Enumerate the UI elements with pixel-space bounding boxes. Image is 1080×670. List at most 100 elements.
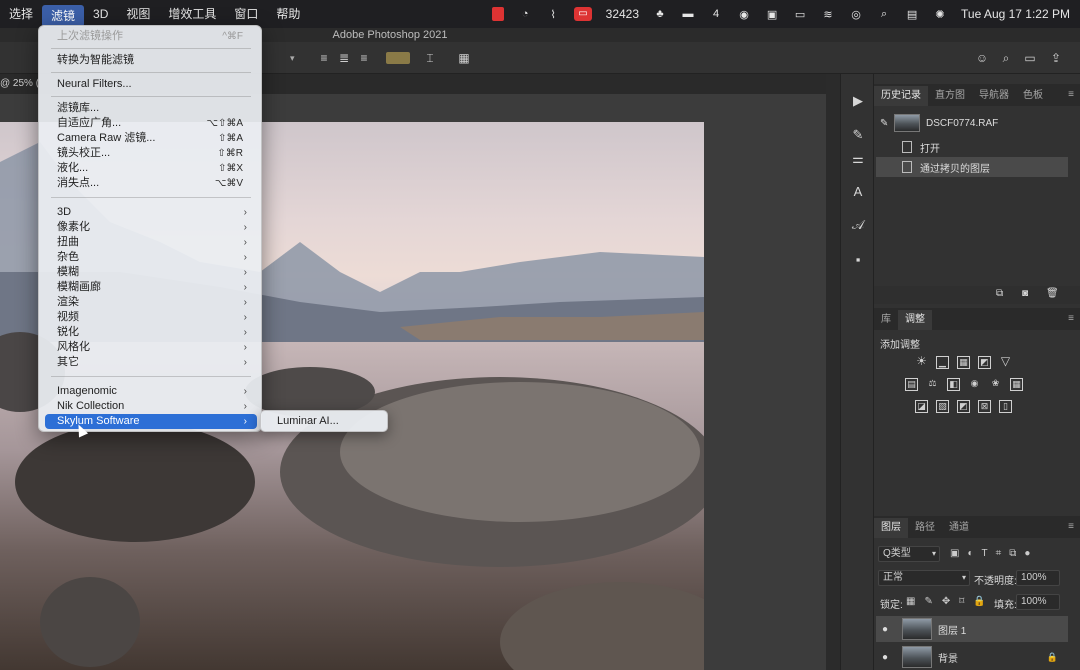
menu-item-distort[interactable]: 扭曲 › [45, 235, 257, 250]
badge-number-icon[interactable]: 4 [709, 7, 723, 21]
menu-item-liquify[interactable]: 液化... ⇧⌘X [45, 161, 257, 176]
menu-window[interactable]: 窗口 [225, 0, 267, 28]
menu-item-camera-raw[interactable]: Camera Raw 滤镜... ⇧⌘A [45, 131, 257, 146]
workspace-icon[interactable]: ▭ [1022, 50, 1038, 66]
align-left-icon[interactable]: ≡ [316, 50, 332, 66]
adjustment-filter-icon[interactable]: ◐ [967, 548, 973, 559]
control-center-icon[interactable]: ▤ [905, 7, 919, 21]
threshold-icon[interactable]: ◩ [957, 400, 970, 413]
character-icon[interactable]: A [849, 182, 867, 200]
plugin-icon[interactable]: ▪ [849, 250, 867, 268]
glyph-icon[interactable]: 𝒜 [849, 216, 867, 234]
image-filter-icon[interactable]: ▣ [950, 548, 959, 559]
artboard-icon[interactable]: ⌑ [959, 596, 964, 607]
tab-adjustments[interactable]: 调整 [898, 310, 932, 330]
menu-item-blur-gallery[interactable]: 模糊画廊 › [45, 280, 257, 295]
layer-filter-select[interactable]: Q类型 ▾ [878, 546, 940, 562]
search-icon[interactable]: ⌕ [998, 50, 1014, 66]
curves-icon[interactable]: ▦ [957, 356, 970, 369]
new-document-icon[interactable]: ⧉ [996, 288, 1003, 299]
antenna-icon[interactable]: ⌇ [546, 7, 560, 21]
menu-item-other[interactable]: 其它 › [45, 355, 257, 370]
sync-icon[interactable]: ◔ [518, 7, 532, 21]
lock-position-icon[interactable]: ✥ [942, 596, 950, 607]
blend-mode-select[interactable]: 正常 ▾ [878, 570, 970, 586]
color-lookup-icon[interactable]: ▦ [1010, 378, 1023, 391]
shape-filter-icon[interactable]: ⌗ [996, 548, 1002, 559]
brightness-icon[interactable]: ☀ [915, 355, 928, 369]
posterize-icon[interactable]: ▧ [936, 400, 949, 413]
character-panel-icon[interactable]: ▦ [456, 50, 472, 66]
menu-item-filter-gallery[interactable]: 滤镜库... [45, 101, 257, 116]
menu-3d[interactable]: 3D [84, 0, 117, 28]
layer-row-layer1[interactable]: ● 图层 1 [876, 616, 1068, 642]
trash-icon[interactable]: 🗑 [1046, 288, 1059, 299]
hue-saturation-icon[interactable]: ▤ [905, 378, 918, 391]
tab-library[interactable]: 库 [874, 310, 898, 330]
menu-item-smart-filter[interactable]: 转换为智能滤镜 [45, 53, 257, 68]
photo-filter-icon[interactable]: ◉ [968, 378, 981, 391]
sliders-icon[interactable]: ⚌ [849, 150, 867, 168]
menu-item-lens-correction[interactable]: 镜头校正... ⇧⌘R [45, 146, 257, 161]
invert-icon[interactable]: ◪ [915, 400, 928, 413]
wifi-icon[interactable]: ≋ [821, 7, 835, 21]
siri-icon[interactable]: ✺ [933, 7, 947, 21]
align-right-icon[interactable]: ≡ [356, 50, 372, 66]
eye-icon[interactable]: ● [882, 652, 896, 663]
fill-input[interactable]: 100% [1016, 594, 1060, 610]
app-status-icon[interactable] [492, 7, 505, 21]
filter-toggle-icon[interactable]: ● [1024, 548, 1030, 559]
play-icon[interactable]: ▶ [849, 92, 867, 110]
brush-icon[interactable]: ✎ [849, 126, 867, 144]
menu-help[interactable]: 帮助 [267, 0, 309, 28]
lock-transparency-icon[interactable]: ▦ [906, 596, 915, 607]
menu-item-adaptive-wide-angle[interactable]: 自适应广角... ⌥⇧⌘A [45, 116, 257, 131]
lock-pixels-icon[interactable]: ✎ [924, 596, 932, 607]
menu-item-luminar-ai[interactable]: Luminar AI... [265, 414, 385, 429]
tab-history[interactable]: 历史记录 [874, 86, 928, 106]
menu-item-neural-filters[interactable]: Neural Filters... [45, 77, 257, 92]
cat-icon[interactable]: ♣ [653, 7, 667, 21]
menu-item-sharpen[interactable]: 锐化 › [45, 325, 257, 340]
menu-item-render[interactable]: 渲染 › [45, 295, 257, 310]
gradient-map-icon[interactable]: ▯ [999, 400, 1012, 413]
menu-item-blur[interactable]: 模糊 › [45, 265, 257, 280]
panel-menu-icon[interactable]: ≡ [1068, 313, 1074, 324]
battery-icon[interactable]: ▭ [793, 7, 807, 21]
opacity-input[interactable]: 100% [1016, 570, 1060, 586]
recorder-icon[interactable]: ▭ [574, 7, 592, 21]
black-white-icon[interactable]: ◧ [947, 378, 960, 391]
tab-navigator[interactable]: 导航器 [972, 86, 1016, 106]
exposure-icon[interactable]: ◩ [978, 356, 991, 369]
levels-icon[interactable]: ▁ [936, 356, 949, 369]
type-filter-icon[interactable]: T [982, 548, 988, 559]
share-icon[interactable]: ⇪ [1048, 50, 1064, 66]
menu-item-3d[interactable]: 3D › [45, 205, 257, 220]
search-icon[interactable]: ⌕ [877, 7, 891, 21]
menu-view[interactable]: 视图 [117, 0, 159, 28]
history-snapshot[interactable]: ✎ DSCF0774.RAF [876, 112, 1068, 134]
tab-histogram[interactable]: 直方图 [928, 86, 972, 106]
layer-row-background[interactable]: ● 背景 🔒 [876, 644, 1068, 670]
menu-plugins[interactable]: 增效工具 [159, 0, 225, 28]
tab-channels[interactable]: 通道 [942, 518, 976, 538]
user-icon[interactable]: ◎ [849, 7, 863, 21]
history-step-copy-layer[interactable]: 通过拷贝的图层 [876, 157, 1068, 177]
menu-item-imagenomic[interactable]: Imagenomic › [45, 384, 257, 399]
menu-item-vanishing-point[interactable]: 消失点... ⌥⌘V [45, 176, 257, 191]
chat-icon[interactable]: ▬ [681, 7, 695, 21]
history-step-open[interactable]: 打开 [876, 137, 1068, 157]
menu-item-stylize[interactable]: 风格化 › [45, 340, 257, 355]
menu-item-video[interactable]: 视频 › [45, 310, 257, 325]
lock-all-icon[interactable]: 🔒 [973, 596, 985, 607]
vibrance-icon[interactable]: ▽ [999, 355, 1012, 369]
menu-filter[interactable]: 滤镜 [42, 4, 85, 27]
menu-item-noise[interactable]: 杂色 › [45, 250, 257, 265]
channel-mixer-icon[interactable]: ❀ [989, 378, 1002, 391]
discover-icon[interactable]: ☺ [974, 50, 990, 66]
document-tab[interactable]: @ 25% ( [0, 78, 39, 89]
warp-text-icon[interactable]: ⌶ [422, 50, 438, 66]
selective-color-icon[interactable]: ⊠ [978, 400, 991, 413]
tab-paths[interactable]: 路径 [908, 518, 942, 538]
menu-item-pixelate[interactable]: 像素化 › [45, 220, 257, 235]
